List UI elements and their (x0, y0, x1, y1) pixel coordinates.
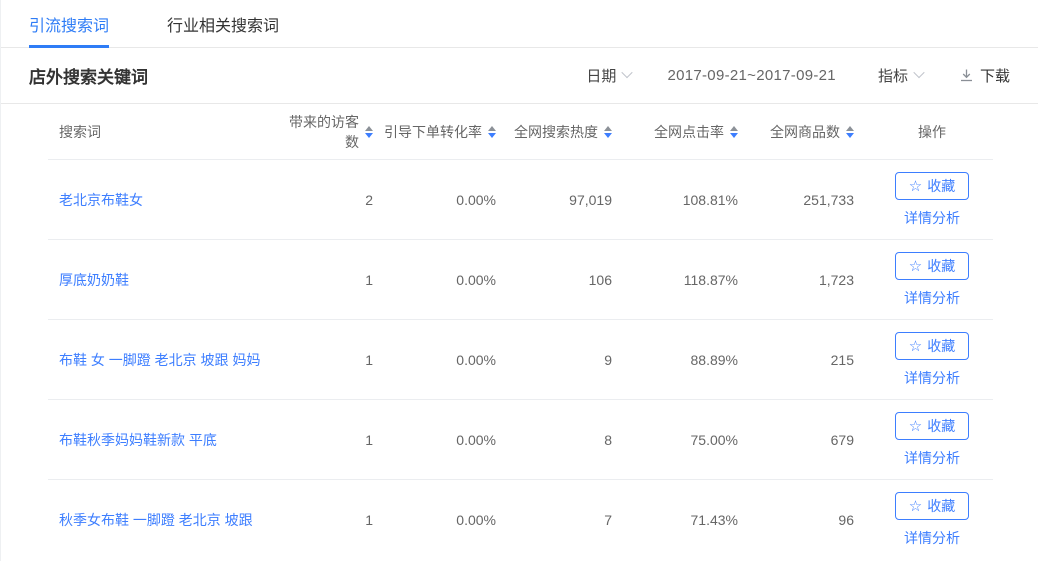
favorite-button[interactable]: ☆ 收藏 (895, 252, 969, 280)
tab-label: 引流搜索词 (29, 12, 109, 36)
tab-industry-related-search-terms[interactable]: 行业相关搜索词 (167, 0, 279, 47)
product-count-value: 251,733 (738, 192, 854, 208)
toolbar-controls: 日期 2017-09-21~2017-09-21 指标 下载 (586, 65, 1010, 86)
star-icon: ☆ (909, 419, 922, 434)
search-keywords-table: 搜索词 带来的访客数 引导下单转化率 全网搜索热度 全网点击率 全网商品数 操 (1, 104, 1038, 560)
click-rate-value: 88.89% (612, 352, 738, 368)
search-heat-value: 8 (496, 432, 612, 448)
favorite-label: 收藏 (927, 257, 955, 275)
date-dropdown-label: 日期 (586, 65, 616, 86)
table-row: 布鞋 女 一脚蹬 老北京 坡跟 妈妈 1 0.00% 9 88.89% 215 … (1, 320, 1038, 400)
table-row: 老北京布鞋女 2 0.00% 97,019 108.81% 251,733 ☆ 收… (1, 160, 1038, 240)
col-header-search-heat[interactable]: 全网搜索热度 (496, 122, 612, 142)
table-row: 厚底奶奶鞋 1 0.00% 106 118.87% 1,723 ☆ 收藏 详情分析 (1, 240, 1038, 320)
date-range[interactable]: 2017-09-21~2017-09-21 (667, 67, 836, 84)
download-label: 下载 (980, 65, 1010, 86)
keyword-link[interactable]: 布鞋秋季妈妈鞋新款 平底 (59, 432, 217, 448)
click-rate-value: 75.00% (612, 432, 738, 448)
product-count-value: 1,723 (738, 272, 854, 288)
sort-icon[interactable] (604, 126, 612, 138)
col-header-actions: 操作 (854, 122, 1010, 142)
download-icon (959, 68, 974, 83)
conversion-rate-value: 0.00% (373, 272, 496, 288)
favorite-label: 收藏 (927, 497, 955, 515)
product-count-value: 215 (738, 352, 854, 368)
col-header-click-rate[interactable]: 全网点击率 (612, 122, 738, 142)
toolbar: 店外搜索关键词 日期 2017-09-21~2017-09-21 指标 下载 (1, 48, 1038, 104)
metrics-dropdown[interactable]: 指标 (878, 65, 923, 86)
favorite-button[interactable]: ☆ 收藏 (895, 332, 969, 360)
detail-analysis-link[interactable]: 详情分析 (904, 448, 960, 468)
star-icon: ☆ (909, 499, 922, 514)
visitors-value: 1 (279, 352, 373, 368)
detail-analysis-link[interactable]: 详情分析 (904, 528, 960, 548)
click-rate-value: 118.87% (612, 272, 738, 288)
conversion-rate-value: 0.00% (373, 432, 496, 448)
chevron-down-icon (622, 67, 633, 78)
sort-icon[interactable] (846, 126, 854, 138)
visitors-value: 2 (279, 192, 373, 208)
detail-analysis-link[interactable]: 详情分析 (904, 288, 960, 308)
tab-bar: 引流搜索词 行业相关搜索词 (1, 0, 1038, 48)
page-title: 店外搜索关键词 (29, 63, 148, 88)
chevron-down-icon (913, 67, 924, 78)
keyword-link[interactable]: 秋季女布鞋 一脚蹬 老北京 坡跟 (59, 512, 253, 528)
visitors-value: 1 (279, 272, 373, 288)
tab-label: 行业相关搜索词 (167, 12, 279, 36)
col-header-visitors[interactable]: 带来的访客数 (279, 112, 373, 152)
click-rate-value: 71.43% (612, 512, 738, 528)
sort-icon[interactable] (365, 126, 373, 138)
click-rate-value: 108.81% (612, 192, 738, 208)
search-heat-value: 9 (496, 352, 612, 368)
table-header-row: 搜索词 带来的访客数 引导下单转化率 全网搜索热度 全网点击率 全网商品数 操 (1, 104, 1038, 160)
star-icon: ☆ (909, 179, 922, 194)
star-icon: ☆ (909, 339, 922, 354)
favorite-button[interactable]: ☆ 收藏 (895, 172, 969, 200)
visitors-value: 1 (279, 432, 373, 448)
conversion-rate-value: 0.00% (373, 192, 496, 208)
table-row: 布鞋秋季妈妈鞋新款 平底 1 0.00% 8 75.00% 679 ☆ 收藏 详情… (1, 400, 1038, 480)
col-header-label: 全网点击率 (654, 122, 724, 142)
product-count-value: 679 (738, 432, 854, 448)
favorite-button[interactable]: ☆ 收藏 (895, 492, 969, 520)
search-heat-value: 97,019 (496, 192, 612, 208)
favorite-button[interactable]: ☆ 收藏 (895, 412, 969, 440)
col-header-product-count[interactable]: 全网商品数 (738, 122, 854, 142)
search-heat-value: 7 (496, 512, 612, 528)
keyword-link[interactable]: 厚底奶奶鞋 (59, 272, 129, 288)
col-header-label: 全网搜索热度 (514, 122, 598, 142)
favorite-label: 收藏 (927, 417, 955, 435)
conversion-rate-value: 0.00% (373, 512, 496, 528)
visitors-value: 1 (279, 512, 373, 528)
col-header-conversion-rate[interactable]: 引导下单转化率 (373, 122, 496, 142)
date-dropdown[interactable]: 日期 (586, 65, 631, 86)
star-icon: ☆ (909, 259, 922, 274)
metrics-dropdown-label: 指标 (878, 65, 908, 86)
col-header-label: 全网商品数 (770, 122, 840, 142)
detail-analysis-link[interactable]: 详情分析 (904, 368, 960, 388)
col-header-keyword: 搜索词 (29, 122, 279, 142)
conversion-rate-value: 0.00% (373, 352, 496, 368)
keyword-link[interactable]: 布鞋 女 一脚蹬 老北京 坡跟 妈妈 (59, 352, 260, 368)
favorite-label: 收藏 (927, 337, 955, 355)
download-button[interactable]: 下载 (959, 65, 1010, 86)
col-header-label: 带来的访客数 (279, 112, 359, 152)
page: 引流搜索词 行业相关搜索词 店外搜索关键词 日期 2017-09-21~2017… (0, 0, 1038, 561)
product-count-value: 96 (738, 512, 854, 528)
keyword-link[interactable]: 老北京布鞋女 (59, 192, 143, 208)
sort-icon[interactable] (730, 126, 738, 138)
favorite-label: 收藏 (927, 177, 955, 195)
tab-traffic-search-terms[interactable]: 引流搜索词 (29, 0, 109, 47)
sort-icon[interactable] (488, 126, 496, 138)
col-header-label: 引导下单转化率 (384, 122, 482, 142)
search-heat-value: 106 (496, 272, 612, 288)
detail-analysis-link[interactable]: 详情分析 (904, 208, 960, 228)
table-row: 秋季女布鞋 一脚蹬 老北京 坡跟 1 0.00% 7 71.43% 96 ☆ 收藏… (1, 480, 1038, 560)
